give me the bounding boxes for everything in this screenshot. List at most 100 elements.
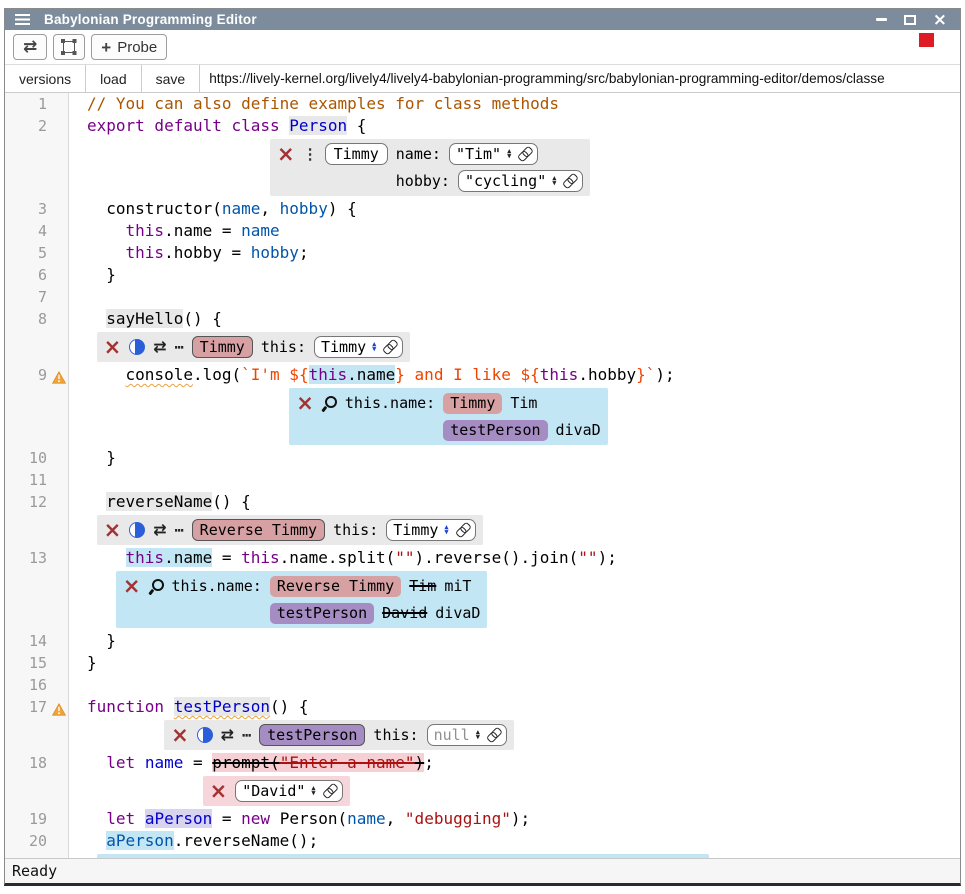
spinner-icon[interactable]: ▲▼ [476, 730, 480, 741]
param-label: this.name: [172, 577, 262, 595]
link-icon[interactable] [560, 171, 580, 191]
hamburger-menu-icon[interactable] [15, 14, 30, 16]
example-badge[interactable]: Timmy [192, 336, 253, 358]
code-token: .name [164, 548, 212, 567]
more-options-icon[interactable]: ⋯ [175, 343, 184, 351]
example-badge[interactable]: testPerson [443, 420, 547, 441]
swap-icon[interactable]: ⇄ [221, 727, 234, 743]
delete-button[interactable]: × [104, 340, 122, 354]
widget-head-cell: × this.name: [123, 574, 262, 598]
example-badge[interactable]: Reverse Timmy [192, 519, 325, 541]
line-number: 5 [38, 244, 47, 262]
more-options-icon[interactable]: ⋯ [242, 731, 251, 739]
link-icon[interactable] [319, 781, 339, 801]
delete-button[interactable]: × [123, 579, 141, 593]
probe-widget[interactable]: ×this.name:TimmyTimtestPersondivaD [289, 388, 607, 445]
drag-handle-icon[interactable]: ⋮ [303, 145, 317, 163]
gutter: 6 [5, 264, 69, 286]
toggle-icon[interactable] [197, 727, 213, 743]
gutter: 4 [5, 220, 69, 242]
code-token: .name.split( [280, 548, 396, 567]
replacement-widget[interactable]: × "David"▲▼ [203, 776, 350, 806]
minimize-button[interactable] [876, 18, 887, 21]
close-button[interactable]: × [933, 15, 947, 25]
example-widget[interactable]: ×⇄⋯testPersonthis:null▲▼ [164, 720, 514, 750]
gutter: 19 [5, 808, 69, 830]
example-widget[interactable]: ×⇄⋯Timmythis:Timmy▲▼ [97, 332, 411, 362]
toggle-icon[interactable] [129, 339, 145, 355]
code-token: .log( [193, 365, 241, 384]
delete-button[interactable]: × [296, 396, 314, 410]
link-icon[interactable] [452, 520, 472, 540]
link-icon[interactable] [379, 337, 399, 357]
code-content: } [69, 264, 116, 286]
code-content: this.hobby = hobby; [69, 242, 309, 264]
spinner-icon[interactable]: ▲▼ [311, 786, 315, 797]
value-stepper-button[interactable]: "Tim"▲▼ [449, 143, 538, 165]
maximize-button[interactable] [904, 15, 916, 25]
widget-head-cell: × ⋮ Timmy [277, 142, 388, 166]
warning-icon [52, 700, 66, 721]
toggle-icon[interactable] [129, 522, 145, 538]
example-widget[interactable]: ×⇄⋯Reverse Timmythis:Timmy▲▼ [97, 515, 483, 545]
code-content: constructor(name, hobby) { [69, 198, 357, 220]
more-options-icon[interactable]: ⋯ [175, 526, 184, 534]
swap-icon[interactable]: ⇄ [153, 522, 166, 538]
code-token: this [540, 365, 579, 384]
spinner-icon[interactable]: ▲▼ [372, 342, 376, 353]
value-stepper-button[interactable]: "cycling"▲▼ [458, 170, 584, 192]
swap-arrows-button[interactable]: ⇄ [13, 34, 47, 60]
value-stepper-button[interactable]: null ▲▼ [427, 724, 507, 746]
example-badge[interactable]: Timmy [443, 393, 502, 414]
link-icon[interactable] [483, 725, 503, 745]
value-stepper-button[interactable]: Timmy▲▼ [314, 336, 403, 358]
url-input[interactable]: https://lively-kernel.org/lively4/lively… [200, 65, 960, 92]
versions-button[interactable]: versions [5, 65, 86, 92]
line-number: 2 [38, 117, 47, 135]
swap-icon[interactable]: ⇄ [153, 339, 166, 355]
example-name-button[interactable]: Timmy [325, 143, 388, 165]
example-widget[interactable]: ×⋮Timmyname:"Tim"▲▼hobby:"cycling"▲▼ [270, 139, 590, 196]
add-probe-button[interactable]: + Probe [91, 34, 167, 60]
strikethrough-value: David [382, 604, 427, 622]
frame-select-button[interactable] [53, 34, 85, 60]
title-bar: Babylonian Programming Editor × [5, 9, 960, 30]
value-text: null [434, 726, 470, 744]
file-bar: versions load save https://lively-kernel… [5, 64, 960, 93]
widget-row: ×aPerson:testPerson{name:DaviddivaD, hob… [97, 852, 960, 858]
code-token: .reverseName(); [174, 831, 319, 850]
spinner-icon[interactable]: ▲▼ [444, 525, 448, 536]
delete-button[interactable]: × [171, 728, 189, 742]
editor[interactable]: 1// You can also define examples for cla… [5, 93, 960, 858]
code-line: 4 this.name = name [5, 220, 960, 242]
code-token: let [106, 809, 135, 828]
example-badge[interactable]: testPerson [259, 724, 365, 746]
gutter: 18 [5, 752, 69, 774]
code-token [87, 243, 126, 262]
code-token: ; [299, 243, 309, 262]
spinner-icon[interactable]: ▲▼ [552, 176, 556, 187]
widget-body-cell: "David"▲▼ [235, 779, 342, 803]
value-stepper-button[interactable]: Timmy▲▼ [386, 519, 475, 541]
load-button[interactable]: load [86, 65, 141, 92]
code-token: aPerson [145, 809, 212, 828]
code-token: .name [347, 365, 395, 384]
code-token: .hobby [578, 365, 636, 384]
link-icon[interactable] [514, 144, 534, 164]
spinner-icon[interactable]: ▲▼ [507, 149, 511, 160]
delete-button[interactable]: × [277, 147, 295, 161]
example-badge[interactable]: Reverse Timmy [270, 576, 401, 597]
probe-widget[interactable]: ×aPerson:testPerson{name:DaviddivaD, hob… [97, 854, 709, 858]
code-token [87, 548, 126, 567]
example-badge[interactable]: testPerson [270, 603, 374, 624]
save-button[interactable]: save [142, 65, 201, 92]
delete-button[interactable]: × [104, 523, 122, 537]
widget-row: ×⇄⋯Timmythis:Timmy▲▼ [97, 330, 960, 364]
status-bar: Ready [5, 858, 960, 883]
delete-button[interactable]: × [210, 784, 228, 798]
value-stepper-button[interactable]: "David"▲▼ [235, 780, 342, 802]
code-content: this.name = name [69, 220, 280, 242]
probe-value: Tim [510, 394, 537, 412]
magnifier-icon [322, 395, 337, 411]
probe-widget[interactable]: ×this.name:Reverse TimmyTimmiTtestPerson… [116, 571, 488, 628]
